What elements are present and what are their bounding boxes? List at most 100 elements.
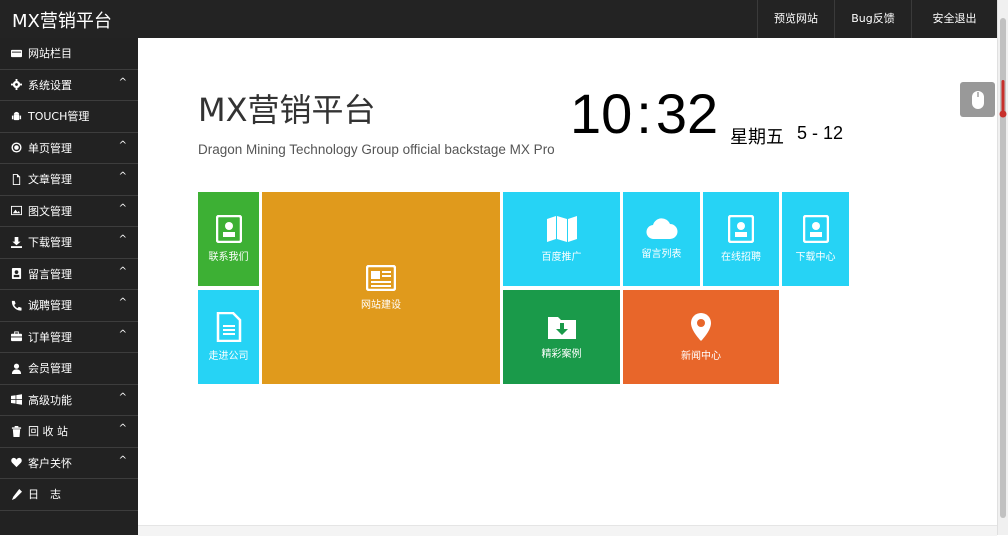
sidebar-item-articles[interactable]: 文章管理 (0, 164, 138, 196)
newspaper-icon (366, 265, 396, 291)
sidebar-item-pages[interactable]: 单页管理 (0, 133, 138, 164)
map-pin-icon (691, 313, 711, 341)
sidebar-item-label: TOUCH管理 (28, 110, 90, 124)
windows-icon (10, 394, 22, 406)
chevron-up-icon[interactable] (119, 297, 127, 308)
sidebar-item-gallery[interactable]: 图文管理 (0, 196, 138, 227)
bottom-bar (138, 525, 997, 536)
chevron-up-icon[interactable] (119, 423, 127, 434)
bug-report-link[interactable]: Bug反馈 (834, 0, 911, 38)
sidebar-item-orders[interactable]: 订单管理 (0, 322, 138, 353)
chevron-up-icon[interactable] (119, 140, 127, 151)
cloud-icon (645, 218, 677, 240)
sidebar-item-label: 网站栏目 (28, 47, 72, 61)
sidebar-item-label: 高级功能 (28, 393, 72, 407)
sidebar-item-label: 会员管理 (28, 362, 72, 376)
phone-icon (10, 299, 22, 311)
sidebar-item-customer-care[interactable]: 客户关怀 (0, 448, 138, 479)
sidebar-item-messages[interactable]: 留言管理 (0, 259, 138, 290)
clock-separator: : (636, 82, 652, 145)
image-icon (10, 205, 22, 217)
page-subtitle: Dragon Mining Technology Group official … (198, 142, 555, 157)
chevron-up-icon[interactable] (119, 392, 127, 403)
tile-label: 网站建设 (361, 300, 401, 311)
brand-logo[interactable]: MX营销平台 (12, 7, 112, 33)
sidebar-item-label: 系统设置 (28, 78, 72, 92)
globe-icon (10, 142, 22, 154)
sidebar-item-recycle-bin[interactable]: 回 收 站 (0, 416, 138, 448)
top-nav: 预览网站 Bug反馈 安全退出 (757, 0, 997, 38)
preview-site-link[interactable]: 预览网站 (757, 0, 834, 38)
map-icon (546, 216, 577, 242)
chevron-up-icon[interactable] (119, 203, 127, 214)
chevron-up-icon[interactable] (119, 329, 127, 340)
tile-online-recruitment[interactable]: 在线招聘 (703, 192, 779, 286)
sidebar-item-label: 日 志 (28, 488, 61, 502)
sidebar-item-label: 诚聘管理 (28, 299, 72, 313)
sidebar-item-members[interactable]: 会员管理 (0, 353, 138, 385)
tile-label: 百度推广 (541, 252, 582, 263)
tile-featured-cases[interactable]: 精彩案例 (503, 290, 620, 384)
page-title: MX营销平台 (198, 91, 376, 129)
contact-card-icon (728, 215, 754, 243)
sidebar-item-system-settings[interactable]: 系统设置 (0, 70, 138, 101)
folder-download-icon (547, 317, 576, 339)
android-icon (10, 110, 22, 122)
floating-widget-button[interactable] (960, 82, 995, 117)
sidebar-item-downloads[interactable]: 下载管理 (0, 227, 138, 259)
tile-message-list[interactable]: 留言列表 (623, 192, 700, 286)
user-icon (10, 362, 22, 374)
tile-label: 在线招聘 (721, 252, 761, 263)
tile-download-center[interactable]: 下载中心 (782, 192, 849, 286)
clock-hour: 10 (570, 82, 633, 145)
sidebar-item-touch[interactable]: TOUCH管理 (0, 101, 138, 133)
clock-minute: 32 (655, 82, 719, 145)
sidebar-item-label: 留言管理 (28, 267, 72, 281)
trash-icon (10, 425, 22, 437)
sidebar-item-logs[interactable]: 日 志 (0, 479, 138, 511)
sidebar-item-label: 回 收 站 (28, 425, 68, 439)
chevron-up-icon[interactable] (119, 171, 127, 182)
sidebar-item-label: 下载管理 (28, 236, 72, 250)
tile-label: 走进公司 (208, 351, 249, 362)
document-icon (216, 312, 241, 342)
briefcase-icon (10, 331, 22, 343)
chevron-up-icon[interactable] (119, 266, 127, 277)
tile-news-center[interactable]: 新闻中心 (623, 290, 779, 384)
sidebar-item-site-columns[interactable]: 网站栏目 (0, 38, 138, 70)
sidebar: 网站栏目 系统设置 TOUCH管理 单页管理 文章管理 图文管理 下载管理 留言… (0, 38, 138, 535)
download-icon (10, 236, 22, 248)
logout-link[interactable]: 安全退出 (911, 0, 997, 38)
tile-label: 留言列表 (641, 249, 682, 260)
contact-card-icon (10, 268, 22, 280)
tile-label: 下载中心 (795, 252, 836, 263)
main-content: MX营销平台 Dragon Mining Technology Group of… (138, 38, 997, 525)
chevron-up-icon[interactable] (119, 77, 127, 88)
tile-contact-us[interactable]: 联系我们 (198, 192, 259, 286)
chevron-up-icon[interactable] (119, 234, 127, 245)
tile-label: 联系我们 (208, 252, 249, 263)
clock: 10:32 (570, 86, 718, 142)
mouse-icon (971, 90, 984, 109)
list-icon (10, 47, 22, 59)
pencil-icon (10, 488, 22, 500)
tile-about-company[interactable]: 走进公司 (198, 290, 259, 384)
tile-baidu-promotion[interactable]: 百度推广 (503, 192, 620, 286)
sidebar-item-label: 图文管理 (28, 204, 72, 218)
gear-icon (10, 79, 22, 91)
chevron-up-icon[interactable] (119, 455, 127, 466)
sidebar-item-recruitment[interactable]: 诚聘管理 (0, 290, 138, 322)
tile-label: 精彩案例 (541, 349, 582, 360)
date: 5 - 12 (797, 123, 844, 143)
heart-icon (10, 457, 22, 469)
sidebar-item-label: 客户关怀 (28, 456, 72, 470)
thermometer-icon (999, 80, 1007, 118)
tile-website-building[interactable]: 网站建设 (262, 192, 500, 384)
top-bar: MX营销平台 预览网站 Bug反馈 安全退出 (0, 0, 997, 38)
sidebar-item-advanced[interactable]: 高级功能 (0, 385, 138, 416)
contact-card-icon (215, 215, 242, 243)
sidebar-item-label: 单页管理 (28, 141, 72, 155)
sidebar-item-label: 文章管理 (28, 173, 72, 187)
file-icon (10, 173, 22, 185)
sidebar-item-label: 订单管理 (28, 330, 72, 344)
